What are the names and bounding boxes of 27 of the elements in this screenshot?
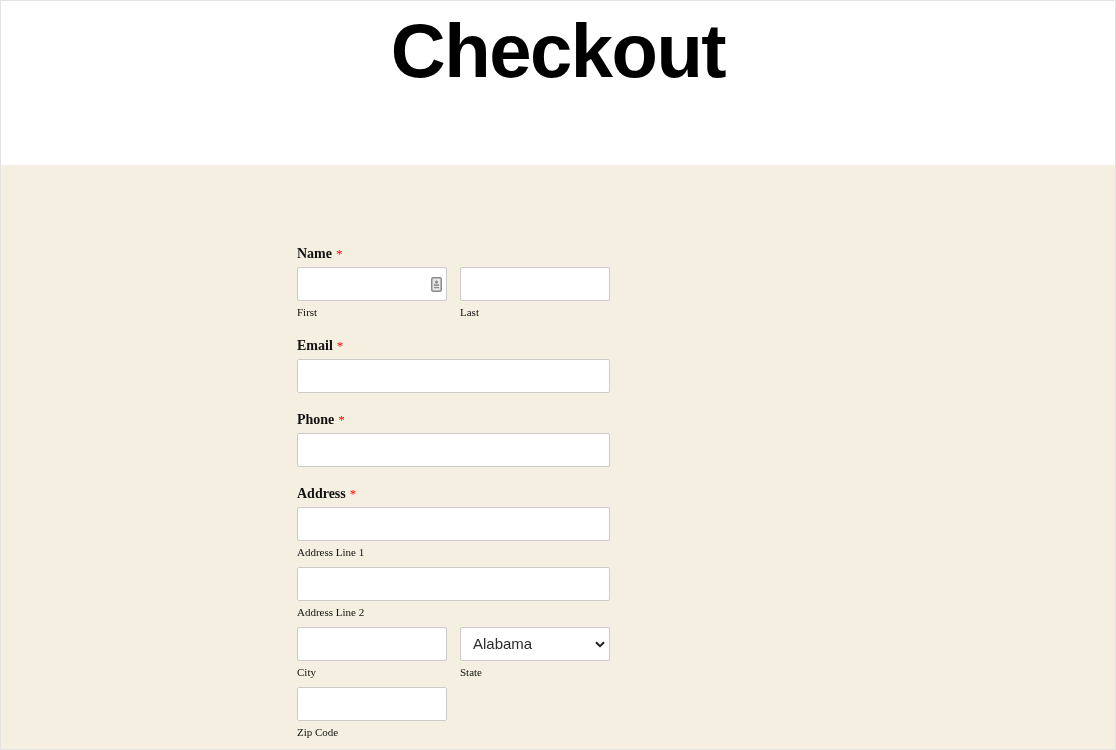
text-input[interactable]: [297, 507, 610, 541]
required-mark: *: [349, 485, 357, 503]
text-input[interactable]: [297, 267, 447, 301]
text-input[interactable]: [460, 267, 610, 301]
field-sublabel: Address Line 2: [297, 605, 365, 619]
field-sublabel: Last: [460, 305, 479, 319]
field-sublabel: Address Line 1: [297, 545, 365, 559]
chevron-down-icon: [595, 640, 605, 648]
field-sublabel: First: [297, 305, 318, 319]
contact-card-icon[interactable]: [431, 277, 442, 292]
field-label: Email: [297, 337, 333, 355]
field-label: Phone: [297, 411, 335, 429]
field-sublabel: State: [460, 665, 482, 679]
required-mark: *: [338, 411, 345, 429]
field-label: Name: [297, 245, 332, 263]
field-sublabel: City: [297, 665, 316, 679]
page-title: Checkout: [390, 9, 726, 93]
text-input[interactable]: [297, 359, 610, 393]
text-input[interactable]: [297, 567, 610, 601]
text-input[interactable]: [297, 627, 447, 661]
required-mark: *: [336, 337, 344, 355]
required-mark: *: [336, 245, 343, 263]
field-label: Address: [297, 485, 346, 503]
text-input[interactable]: [297, 433, 610, 467]
text-input[interactable]: [297, 687, 447, 721]
state-select[interactable]: Alabama: [460, 627, 610, 661]
field-sublabel: Zip Code: [297, 725, 339, 739]
